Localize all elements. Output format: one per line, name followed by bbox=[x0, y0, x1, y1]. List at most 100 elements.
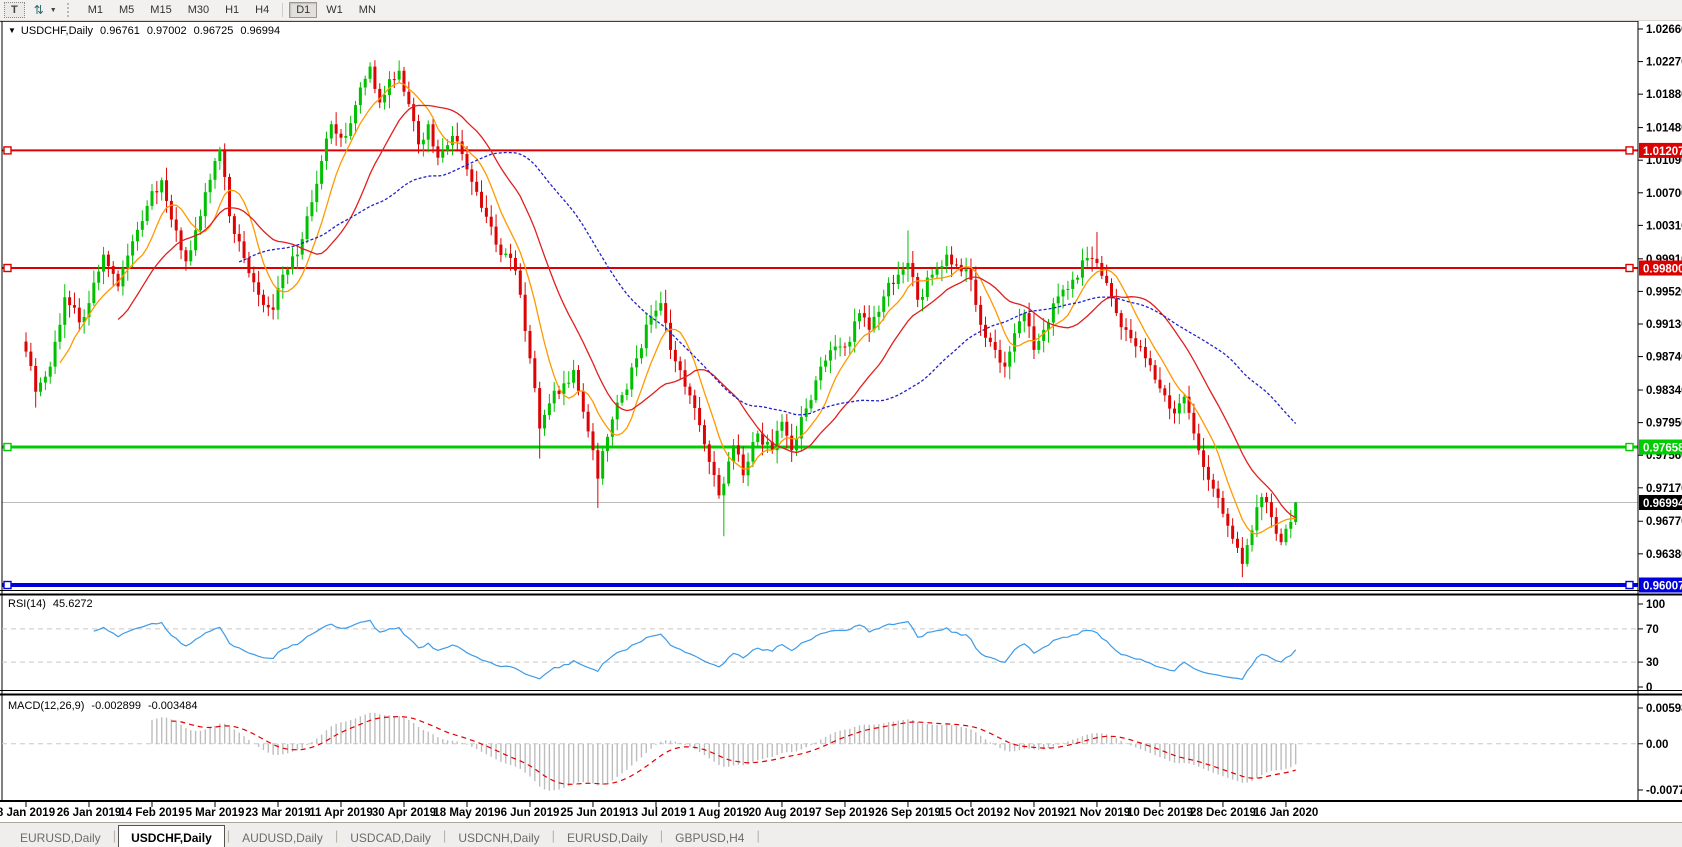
chart-canvas: 1.026601.022701.018801.014801.010901.007… bbox=[0, 0, 1682, 847]
macd-label: MACD(12,26,9)-0.002899-0.003484 bbox=[8, 700, 198, 712]
chart-tab-bar: EURUSD,Daily|USDCHF,Daily|AUDUSD,Daily|U… bbox=[0, 822, 1682, 847]
svg-text:0.98340: 0.98340 bbox=[1646, 385, 1682, 397]
chart-tab-eurusd-daily[interactable]: EURUSD,Daily bbox=[555, 828, 660, 847]
svg-text:1.02270: 1.02270 bbox=[1646, 57, 1682, 69]
chevron-down-icon[interactable]: ▼ bbox=[50, 7, 57, 14]
svg-text:1.01207: 1.01207 bbox=[1643, 146, 1682, 158]
ma-slow-blue bbox=[239, 153, 1296, 424]
svg-text:5 Mar 2019: 5 Mar 2019 bbox=[186, 807, 245, 819]
svg-text:0.00: 0.00 bbox=[1646, 739, 1668, 751]
toolbar-grip[interactable] bbox=[67, 3, 74, 17]
symbol-label: USDCHF,Daily bbox=[21, 25, 93, 37]
timeframe-button-w1[interactable]: W1 bbox=[319, 2, 350, 18]
chart-tab-eurusd-daily[interactable]: EURUSD,Daily bbox=[8, 828, 113, 847]
toolbar: T ⇅ ▼ M1M5M15M30H1H4 D1W1MN bbox=[0, 0, 1682, 21]
ma-mid-red bbox=[118, 105, 1296, 517]
chart-tab-usdchf-daily[interactable]: USDCHF,Daily bbox=[118, 825, 225, 847]
svg-text:1.00700: 1.00700 bbox=[1646, 188, 1682, 200]
svg-text:0.96770: 0.96770 bbox=[1646, 516, 1682, 528]
macd-signal-value: -0.003484 bbox=[148, 700, 198, 712]
text-tool-button[interactable]: T bbox=[4, 2, 25, 18]
ohlc-low: 0.96725 bbox=[194, 25, 234, 37]
svg-text:6 Jun 2019: 6 Jun 2019 bbox=[501, 807, 560, 819]
svg-text:20 Aug 2019: 20 Aug 2019 bbox=[749, 807, 816, 819]
horizontal-line-1.01207[interactable] bbox=[2, 147, 1638, 154]
svg-text:1.01480: 1.01480 bbox=[1646, 123, 1682, 135]
price-tag-0.96007: 0.96007 bbox=[1639, 578, 1682, 593]
svg-text:-0.007737: -0.007737 bbox=[1646, 785, 1682, 797]
rsi-label: RSI(14) 45.6272 bbox=[8, 598, 93, 610]
mt4-terminal: { "toolbar": { "text_tool": "T", "arrows… bbox=[0, 0, 1682, 847]
timeframe-button-m5[interactable]: M5 bbox=[112, 2, 141, 18]
svg-text:70: 70 bbox=[1646, 624, 1659, 636]
svg-text:30 Apr 2019: 30 Apr 2019 bbox=[372, 807, 436, 819]
svg-text:28 Dec 2019: 28 Dec 2019 bbox=[1190, 807, 1256, 819]
svg-text:100: 100 bbox=[1646, 599, 1665, 611]
ohlc-close: 0.96994 bbox=[240, 25, 280, 37]
svg-text:2 Nov 2019: 2 Nov 2019 bbox=[1004, 807, 1064, 819]
price-tag-1.01207: 1.01207 bbox=[1639, 143, 1682, 158]
svg-text:26 Sep 2019: 26 Sep 2019 bbox=[875, 807, 941, 819]
svg-text:1.01880: 1.01880 bbox=[1646, 89, 1682, 101]
rsi-pane: 100 70 30 0 bbox=[2, 599, 1665, 694]
rsi-name: RSI(14) bbox=[8, 598, 46, 610]
svg-text:10 Dec 2019: 10 Dec 2019 bbox=[1127, 807, 1193, 819]
chart-tab-usdcnh-daily[interactable]: USDCNH,Daily bbox=[446, 828, 551, 847]
macd-name: MACD(12,26,9) bbox=[8, 700, 84, 712]
toolbar-separator bbox=[282, 3, 283, 17]
svg-text:8 Jan 2019: 8 Jan 2019 bbox=[0, 807, 55, 819]
svg-text:0.98740: 0.98740 bbox=[1646, 352, 1682, 364]
svg-text:14 Feb 2019: 14 Feb 2019 bbox=[119, 807, 184, 819]
svg-text:0.96007: 0.96007 bbox=[1643, 581, 1682, 593]
horizontal-line-0.97658[interactable] bbox=[2, 444, 1638, 451]
timeframe-button-m15[interactable]: M15 bbox=[143, 2, 178, 18]
svg-text:0.96380: 0.96380 bbox=[1646, 549, 1682, 561]
timeframe-button-h1[interactable]: H1 bbox=[218, 2, 246, 18]
sort-arrows-glyph: ⇅ bbox=[34, 5, 44, 15]
svg-text:0.97950: 0.97950 bbox=[1646, 418, 1682, 430]
macd-histogram bbox=[152, 713, 1296, 791]
svg-text:21 Nov 2019: 21 Nov 2019 bbox=[1064, 807, 1131, 819]
timeframe-buttons: M1M5M15M30H1H4 D1W1MN bbox=[80, 2, 384, 18]
horizontal-line-0.96007[interactable] bbox=[2, 582, 1638, 589]
chart-tab-audusd-daily[interactable]: AUDUSD,Daily bbox=[230, 828, 335, 847]
sort-arrows-icon[interactable]: ⇅ bbox=[27, 2, 51, 18]
ohlc-open: 0.96761 bbox=[100, 25, 140, 37]
timeframe-button-m1[interactable]: M1 bbox=[81, 2, 110, 18]
svg-text:0.97658: 0.97658 bbox=[1643, 443, 1682, 455]
price-tag-0.99800: 0.99800 bbox=[1639, 261, 1682, 276]
pane-borders bbox=[0, 21, 1682, 802]
svg-text:30: 30 bbox=[1646, 657, 1659, 669]
candlestick-series bbox=[25, 60, 1298, 577]
svg-text:0.96994: 0.96994 bbox=[1643, 498, 1682, 510]
current-price-tag: 0.96994 bbox=[1639, 495, 1682, 510]
chart-tab-usdcad-daily[interactable]: USDCAD,Daily bbox=[338, 828, 443, 847]
svg-text:0.99800: 0.99800 bbox=[1643, 264, 1682, 276]
timeframe-button-d1[interactable]: D1 bbox=[289, 2, 317, 18]
tab-separator: | bbox=[756, 828, 759, 843]
svg-text:0.97170: 0.97170 bbox=[1646, 483, 1682, 495]
svg-text:0: 0 bbox=[1646, 682, 1652, 694]
svg-text:0.005986: 0.005986 bbox=[1646, 703, 1682, 715]
time-axis[interactable]: 8 Jan 201926 Jan 201914 Feb 20195 Mar 20… bbox=[0, 802, 1318, 819]
collapse-caret-icon[interactable]: ▼ bbox=[8, 26, 16, 35]
svg-text:13 Jul 2019: 13 Jul 2019 bbox=[625, 807, 686, 819]
price-axis[interactable]: 1.026601.022701.018801.014801.010901.007… bbox=[1638, 24, 1682, 593]
timeframe-button-h4[interactable]: H4 bbox=[248, 2, 276, 18]
svg-text:1.00310: 1.00310 bbox=[1646, 220, 1682, 232]
chart-symbol-header: ▼ USDCHF,Daily 0.96761 0.97002 0.96725 0.9699… bbox=[8, 25, 280, 37]
svg-text:25 Jun 2019: 25 Jun 2019 bbox=[560, 807, 625, 819]
svg-text:1.02660: 1.02660 bbox=[1646, 24, 1682, 36]
horizontal-line-0.99800[interactable] bbox=[2, 265, 1638, 272]
ohlc-high: 0.97002 bbox=[147, 25, 187, 37]
tab-separator: | bbox=[113, 828, 116, 843]
svg-text:0.99520: 0.99520 bbox=[1646, 286, 1682, 298]
svg-text:0.99130: 0.99130 bbox=[1646, 319, 1682, 331]
timeframe-button-m30[interactable]: M30 bbox=[181, 2, 216, 18]
macd-pane: 0.005986 0.00 -0.007737 bbox=[2, 703, 1682, 797]
svg-text:23 Mar 2019: 23 Mar 2019 bbox=[245, 807, 310, 819]
chart-tab-gbpusd-h4[interactable]: GBPUSD,H4 bbox=[663, 828, 756, 847]
rsi-value: 45.6272 bbox=[53, 598, 93, 610]
timeframe-button-mn[interactable]: MN bbox=[352, 2, 383, 18]
svg-text:26 Jan 2019: 26 Jan 2019 bbox=[57, 807, 122, 819]
